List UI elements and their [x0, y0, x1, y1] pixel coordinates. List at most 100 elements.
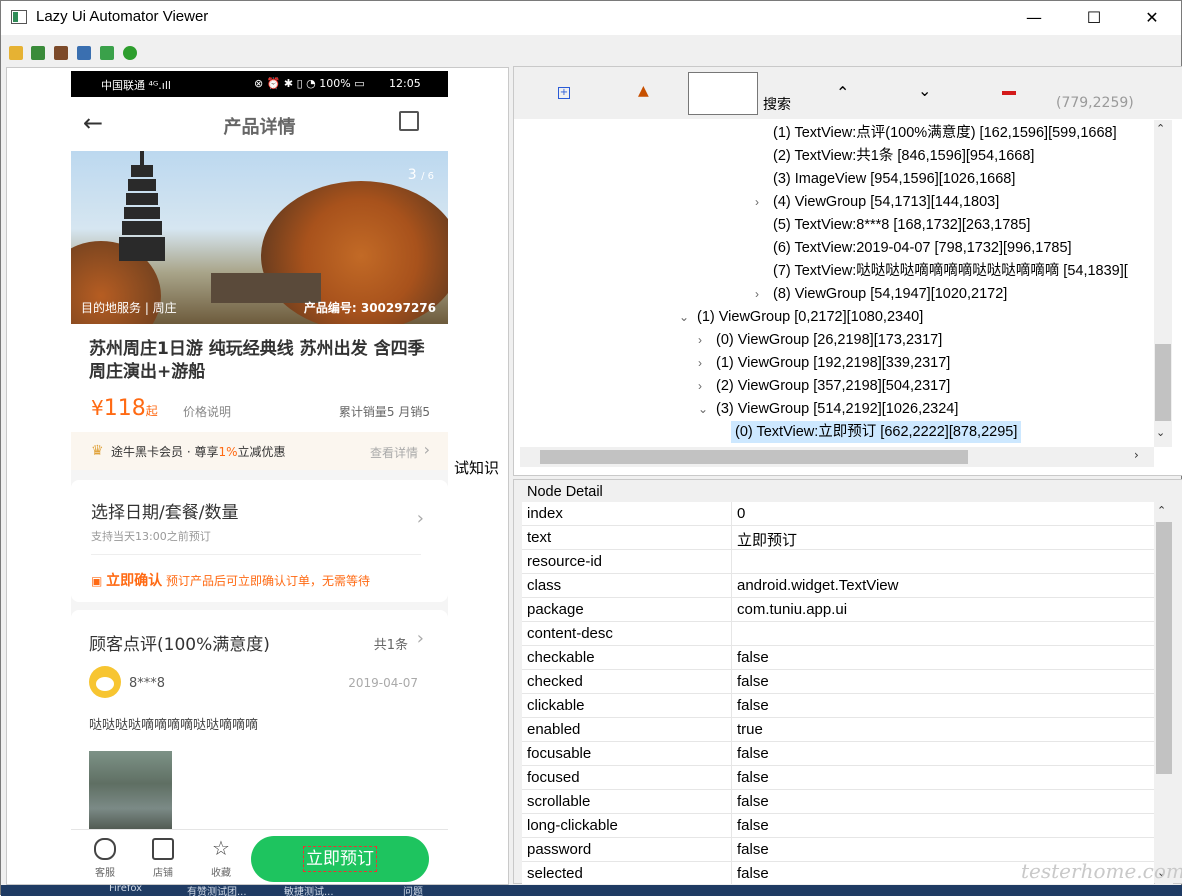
- table-row[interactable]: enabled true: [522, 718, 1154, 742]
- tree-node[interactable]: › (2) ViewGroup [357,2198][504,2317]: [698, 375, 950, 397]
- tree-node[interactable]: (5) TextView:8***8 [168,1732][263,1785]: [773, 214, 1030, 236]
- scroll-up-icon[interactable]: ⌃: [1157, 504, 1166, 517]
- scroll-thumb[interactable]: [1155, 344, 1171, 421]
- table-row[interactable]: package com.tuniu.app.ui: [522, 598, 1154, 622]
- review-card[interactable]: 顾客点评(100%满意度) 共1条 › 8***8 2019-04-07 哒哒哒…: [71, 610, 448, 850]
- screenshot-device-icon[interactable]: [31, 46, 45, 60]
- warning-icon[interactable]: ▲: [638, 83, 649, 99]
- phone-screen[interactable]: 中国联通 ⁴ᴳ.ıll ⊗ ⏰ ✱ ▯ ◔ 100% ▭ 12:05 ← 产品详…: [71, 71, 448, 884]
- search-input[interactable]: [688, 72, 758, 115]
- tree-node[interactable]: (6) TextView:2019-04-07 [798,1732][996,1…: [773, 237, 1072, 259]
- minimize-button[interactable]: —: [1005, 1, 1063, 35]
- star-icon: ☆: [212, 836, 230, 860]
- tree-node[interactable]: ⌄ (3) ViewGroup [514,2192][1026,2324]: [698, 398, 958, 420]
- tree-node[interactable]: (7) TextView:哒哒哒哒嘀嘀嘀嘀哒哒哒嘀嘀嘀 [54,1839][: [773, 260, 1128, 282]
- taskbar-item[interactable]: 敏捷测试...: [284, 885, 334, 896]
- status-icons: ⊗ ⏰ ✱ ▯ ◔ 100% ▭: [254, 77, 365, 90]
- review-user: 8***8: [129, 676, 166, 691]
- cursor-coordinates: (779,2259): [1056, 95, 1134, 111]
- main-toolbar: [1, 39, 1181, 67]
- table-row[interactable]: focusable false: [522, 742, 1154, 766]
- scroll-right-icon[interactable]: ›: [1134, 448, 1139, 462]
- table-row[interactable]: index 0: [522, 502, 1154, 526]
- page-title: 产品详情: [223, 117, 296, 138]
- table-row[interactable]: focused false: [522, 766, 1154, 790]
- service-button[interactable]: 客服: [85, 838, 125, 879]
- tree-node[interactable]: (3) ImageView [954,1596][1026,1668]: [773, 168, 1015, 190]
- carrier-label: 中国联通 ⁴ᴳ.ıll: [101, 79, 171, 92]
- crown-icon: ♛: [91, 443, 104, 459]
- product-price: ¥118起: [91, 396, 158, 421]
- tree-horizontal-scrollbar[interactable]: ›: [520, 447, 1154, 467]
- review-photo[interactable]: [89, 751, 172, 833]
- table-row[interactable]: clickable false: [522, 694, 1154, 718]
- taskbar: Firefox 有赞测试团... 敏捷测试... 问题: [1, 885, 1182, 896]
- taskbar-item[interactable]: 问题: [403, 885, 423, 896]
- node-detail-table[interactable]: index 0 text 立即预订 resource-id class android…: [522, 502, 1154, 884]
- table-row[interactable]: resource-id: [522, 550, 1154, 574]
- device-screenshot-panel[interactable]: 中国联通 ⁴ᴳ.ıll ⊗ ⏰ ✱ ▯ ◔ 100% ▭ 12:05 ← 产品详…: [6, 67, 509, 885]
- shop-button[interactable]: 店铺: [143, 838, 183, 879]
- tree-node[interactable]: › (1) ViewGroup [192,2198][339,2317]: [698, 352, 950, 374]
- banner-counter: 3 / 6: [407, 167, 434, 183]
- screenshot-compressed-icon[interactable]: [54, 46, 68, 60]
- table-row[interactable]: checkable false: [522, 646, 1154, 670]
- tree-node[interactable]: (2) TextView:共1条 [846,1596][954,1668]: [773, 145, 1034, 167]
- export-icon[interactable]: [100, 46, 114, 60]
- taskbar-item[interactable]: Firefox: [109, 885, 142, 894]
- vip-banner[interactable]: ♛ 途牛黑卡会员 · 尊享1%立减优惠 查看详情 ›: [71, 432, 448, 470]
- divider: [91, 554, 421, 555]
- open-folder-icon[interactable]: [9, 46, 23, 60]
- table-row[interactable]: long-clickable false: [522, 814, 1154, 838]
- tree-node[interactable]: › (4) ViewGroup [54,1713][144,1803]: [755, 191, 999, 213]
- tree-node[interactable]: (1) TextView:点评(100%满意度) [162,1596][599,…: [773, 122, 1117, 144]
- maximize-button[interactable]: ☐: [1065, 1, 1123, 35]
- scroll-thumb[interactable]: [1156, 522, 1172, 774]
- review-count: 共1条: [373, 638, 408, 653]
- table-row[interactable]: class android.widget.TextView: [522, 574, 1154, 598]
- price-explain-link[interactable]: 价格说明: [183, 403, 231, 420]
- review-title: 顾客点评(100%满意度): [89, 635, 270, 655]
- product-banner[interactable]: 3 / 6 目的地服务 | 周庄 产品编号: 300297276: [71, 151, 448, 324]
- tree-node[interactable]: › (0) ViewGroup [26,2198][173,2317]: [698, 329, 942, 351]
- taskbar-item[interactable]: 有赞测试团...: [187, 885, 247, 896]
- save-icon[interactable]: [77, 46, 91, 60]
- date-select-card[interactable]: 选择日期/套餐/数量 支持当天13:00之前预订 › ▣ 立即确认 预订产品后可…: [71, 480, 448, 602]
- chevron-right-icon: ›: [423, 440, 430, 459]
- previous-match-icon[interactable]: ⌃: [836, 83, 849, 102]
- globe-icon[interactable]: [123, 46, 137, 60]
- date-select-title: 选择日期/套餐/数量: [91, 503, 239, 523]
- clear-search-icon[interactable]: [1002, 91, 1016, 95]
- nav-bar: ← 产品详情: [71, 97, 448, 151]
- close-button[interactable]: ✕: [1123, 1, 1181, 35]
- vip-more-link[interactable]: 查看详情: [370, 444, 418, 461]
- window-title: Lazy Ui Automator Viewer: [36, 8, 209, 25]
- table-row[interactable]: text 立即预订: [522, 526, 1154, 550]
- hierarchy-panel: + ▲ 搜索 ⌃ ⌄ (779,2259) (1) TextView:点评(10…: [513, 66, 1182, 476]
- status-time: 12:05: [389, 77, 421, 90]
- tree-vertical-scrollbar[interactable]: ⌃ ⌄: [1154, 120, 1172, 447]
- node-detail-header: Node Detail: [527, 484, 603, 500]
- tree-node-selected[interactable]: (0) TextView:立即预订 [662,2222][878,2295]: [731, 421, 1022, 443]
- product-info-card: 苏州周庄1日游 纯玩经典线 苏州出发 含四季周庄演出+游船 ¥118起 价格说明…: [71, 324, 448, 432]
- background-text-peek: 试知识: [454, 459, 500, 477]
- hierarchy-toolbar: + ▲ 搜索 ⌃ ⌄ (779,2259): [514, 67, 1182, 119]
- tree-node[interactable]: › (8) ViewGroup [54,1947][1020,2172]: [755, 283, 1007, 305]
- chevron-right-icon: ›: [416, 508, 424, 529]
- share-icon[interactable]: [399, 111, 419, 131]
- table-row[interactable]: scrollable false: [522, 790, 1154, 814]
- tree-node[interactable]: ⌄ (1) ViewGroup [0,2172][1080,2340]: [679, 306, 923, 328]
- scroll-down-icon[interactable]: ⌄: [1156, 426, 1165, 439]
- table-row[interactable]: content-desc: [522, 622, 1154, 646]
- app-window: Lazy Ui Automator Viewer — ☐ ✕ 中国联通 ⁴ᴳ.ı…: [0, 0, 1182, 896]
- next-match-icon[interactable]: ⌄: [918, 81, 931, 100]
- scroll-up-icon[interactable]: ⌃: [1156, 122, 1165, 135]
- detail-vertical-scrollbar[interactable]: ⌃ ⌄: [1155, 502, 1173, 884]
- expand-all-icon[interactable]: +: [558, 87, 570, 99]
- hierarchy-tree[interactable]: (1) TextView:点评(100%满意度) [162,1596][599,…: [520, 120, 1150, 447]
- date-select-subtitle: 支持当天13:00之前预订: [91, 530, 211, 543]
- table-row[interactable]: checked false: [522, 670, 1154, 694]
- favorite-button[interactable]: ☆ 收藏: [201, 838, 241, 879]
- scroll-thumb[interactable]: [540, 450, 968, 464]
- book-now-button[interactable]: 立即预订: [251, 836, 429, 882]
